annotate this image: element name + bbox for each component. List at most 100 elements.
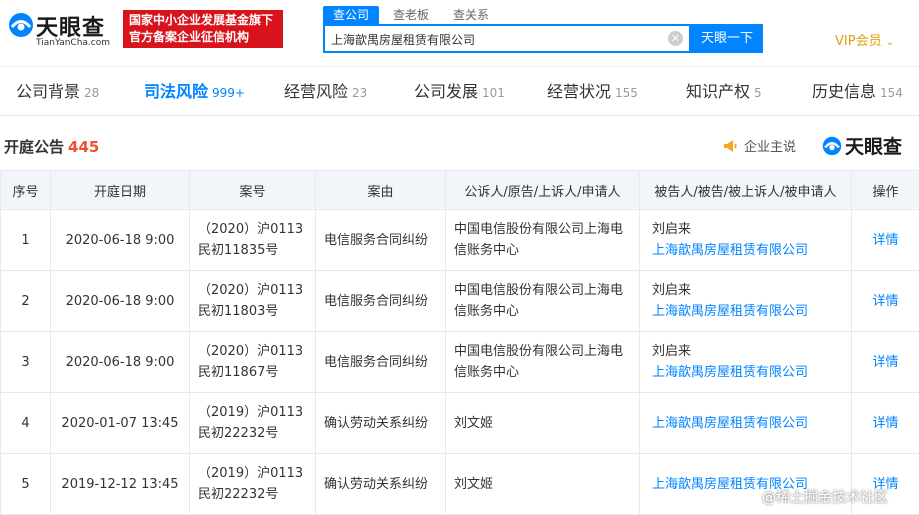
row-date: 2020-06-18 9:00	[50, 270, 190, 332]
row-defendant: 上海歆禺房屋租赁有限公司	[639, 392, 852, 454]
table-header-row: 序号 开庭日期 案号 案由 公诉人/原告/上诉人/申请人 被告人/被告/被上诉人…	[0, 170, 919, 210]
row-plaintiff: 中国电信股份有限公司上海电信账务中心	[445, 331, 640, 393]
top-header: 天眼查 TianYanCha.com 国家中小企业发展基金旗下 官方备案企业征信…	[0, 0, 919, 66]
row-case-no: （2019）沪0113民初22232号	[189, 453, 316, 515]
gov-badge-line2: 官方备案企业征信机构	[129, 30, 250, 44]
row-date: 2020-06-18 9:00	[50, 331, 190, 393]
tab-count: 101	[482, 86, 505, 100]
tab-history-info[interactable]: 历史信息 154	[812, 67, 903, 117]
tab-company-background[interactable]: 公司背景 28	[16, 67, 99, 117]
defendant-company-link[interactable]: 上海歆禺房屋租赁有限公司	[652, 301, 851, 322]
row-reason: 电信服务合同纠纷	[315, 270, 446, 332]
row-index: 5	[0, 453, 51, 515]
row-index: 1	[0, 209, 51, 271]
row-index: 4	[0, 392, 51, 454]
detail-link[interactable]: 详情	[872, 294, 898, 309]
clear-icon[interactable]: ✕	[668, 31, 683, 46]
gov-badge: 国家中小企业发展基金旗下 官方备案企业征信机构	[123, 10, 283, 48]
tab-count: 23	[352, 86, 368, 100]
search-box: ✕	[323, 24, 691, 53]
row-plaintiff: 中国电信股份有限公司上海电信账务中心	[445, 209, 640, 271]
tab-search-company[interactable]: 查公司	[323, 6, 380, 24]
defendant-person: 刘启来	[652, 344, 692, 359]
tab-business-risk[interactable]: 经营风险 23	[284, 67, 367, 117]
table-row: 1 2020-06-18 9:00 （2020）沪0113民初11835号 电信…	[0, 209, 919, 271]
row-defendant: 刘启来 上海歆禺房屋租赁有限公司	[639, 209, 852, 271]
search-button[interactable]: 天眼一下	[691, 24, 763, 53]
brand-watermark: 天眼查	[822, 132, 902, 159]
defendant-person: 刘启来	[652, 283, 692, 298]
row-index: 3	[0, 331, 51, 393]
detail-link[interactable]: 详情	[872, 233, 898, 248]
logo-eye-icon	[9, 13, 33, 37]
owner-says-label: 企业主说	[744, 140, 797, 155]
defendant-company-link[interactable]: 上海歆禺房屋租赁有限公司	[652, 240, 851, 261]
col-header-reason: 案由	[315, 170, 446, 210]
row-case-no: （2020）沪0113民初11803号	[189, 270, 316, 332]
row-defendant: 刘启来 上海歆禺房屋租赁有限公司	[639, 270, 852, 332]
table-row: 2 2020-06-18 9:00 （2020）沪0113民初11803号 电信…	[0, 270, 919, 332]
row-date: 2020-06-18 9:00	[50, 209, 190, 271]
section-count: 445	[68, 138, 100, 156]
tab-count: 154	[880, 86, 903, 100]
vip-member-link[interactable]: VIP会员 ⌄	[835, 30, 894, 49]
tianyancha-logo[interactable]: 天眼查 TianYanCha.com	[8, 8, 116, 52]
row-case-no: （2020）沪0113民初11835号	[189, 209, 316, 271]
tab-count: 5	[754, 86, 762, 100]
tab-label: 历史信息	[812, 82, 877, 101]
col-header-case-no: 案号	[189, 170, 316, 210]
tab-label: 知识产权	[686, 82, 751, 101]
watermark-text: @稀土掘金技术社区	[762, 490, 888, 506]
col-header-date[interactable]: 开庭日期	[50, 170, 190, 210]
search-type-tabs: 查公司 查老板 查关系	[323, 6, 499, 24]
court-hearing-table: 序号 开庭日期 案号 案由 公诉人/原告/上诉人/申请人 被告人/被告/被上诉人…	[0, 170, 919, 515]
section-title: 开庭公告 445	[4, 136, 99, 157]
row-action: 详情	[851, 209, 919, 271]
search-input[interactable]	[331, 30, 661, 48]
row-reason: 确认劳动关系纠纷	[315, 453, 446, 515]
row-plaintiff: 刘文姬	[445, 453, 640, 515]
detail-link[interactable]: 详情	[872, 416, 898, 431]
logo-subtitle: TianYanCha.com	[36, 38, 111, 48]
tab-search-boss[interactable]: 查老板	[383, 6, 439, 24]
owner-says-link[interactable]: 企业主说	[722, 136, 796, 155]
tab-company-development[interactable]: 公司发展 101	[414, 67, 505, 117]
tab-intellectual-property[interactable]: 知识产权 5	[686, 67, 762, 117]
tab-judicial-risk[interactable]: 司法风险 999+	[144, 67, 245, 117]
tab-business-status[interactable]: 经营状况 155	[547, 67, 638, 117]
col-header-defendant: 被告人/被告/被上诉人/被申请人	[639, 170, 852, 210]
megaphone-icon	[724, 139, 737, 152]
row-action: 详情	[851, 270, 919, 332]
row-plaintiff: 中国电信股份有限公司上海电信账务中心	[445, 270, 640, 332]
table-row: 4 2020-01-07 13:45 （2019）沪0113民初22232号 确…	[0, 392, 919, 454]
logo-eye-icon	[822, 136, 842, 155]
row-date: 2020-01-07 13:45	[50, 392, 190, 454]
company-nav-tabs: 公司背景 28 司法风险 999+ 经营风险 23 公司发展 101 经营状况 155 知…	[0, 66, 919, 116]
col-header-index: 序号	[0, 170, 51, 210]
defendant-company-link[interactable]: 上海歆禺房屋租赁有限公司	[652, 413, 851, 434]
tab-count: 28	[84, 86, 100, 100]
tab-label: 公司发展	[414, 82, 479, 101]
row-defendant: 刘启来 上海歆禺房屋租赁有限公司	[639, 331, 852, 393]
tab-label: 经营状况	[547, 82, 612, 101]
tab-count: 999+	[212, 86, 245, 100]
row-reason: 电信服务合同纠纷	[315, 209, 446, 271]
row-case-no: （2019）沪0113民初22232号	[189, 392, 316, 454]
row-plaintiff: 刘文姬	[445, 392, 640, 454]
tab-label: 公司背景	[16, 82, 81, 101]
defendant-company-link[interactable]: 上海歆禺房屋租赁有限公司	[652, 362, 851, 383]
detail-link[interactable]: 详情	[872, 355, 898, 370]
row-index: 2	[0, 270, 51, 332]
tab-count: 155	[615, 86, 638, 100]
tab-search-relation[interactable]: 查关系	[443, 6, 499, 24]
col-header-plaintiff: 公诉人/原告/上诉人/申请人	[445, 170, 640, 210]
brand-text: 天眼查	[845, 136, 903, 158]
table-row: 3 2020-06-18 9:00 （2020）沪0113民初11867号 电信…	[0, 331, 919, 393]
row-action: 详情	[851, 331, 919, 393]
tab-label: 司法风险	[144, 82, 209, 101]
row-reason: 电信服务合同纠纷	[315, 331, 446, 393]
section-title-text: 开庭公告	[4, 138, 65, 156]
row-date: 2019-12-12 13:45	[50, 453, 190, 515]
row-action: 详情	[851, 392, 919, 454]
tab-label: 经营风险	[284, 82, 349, 101]
